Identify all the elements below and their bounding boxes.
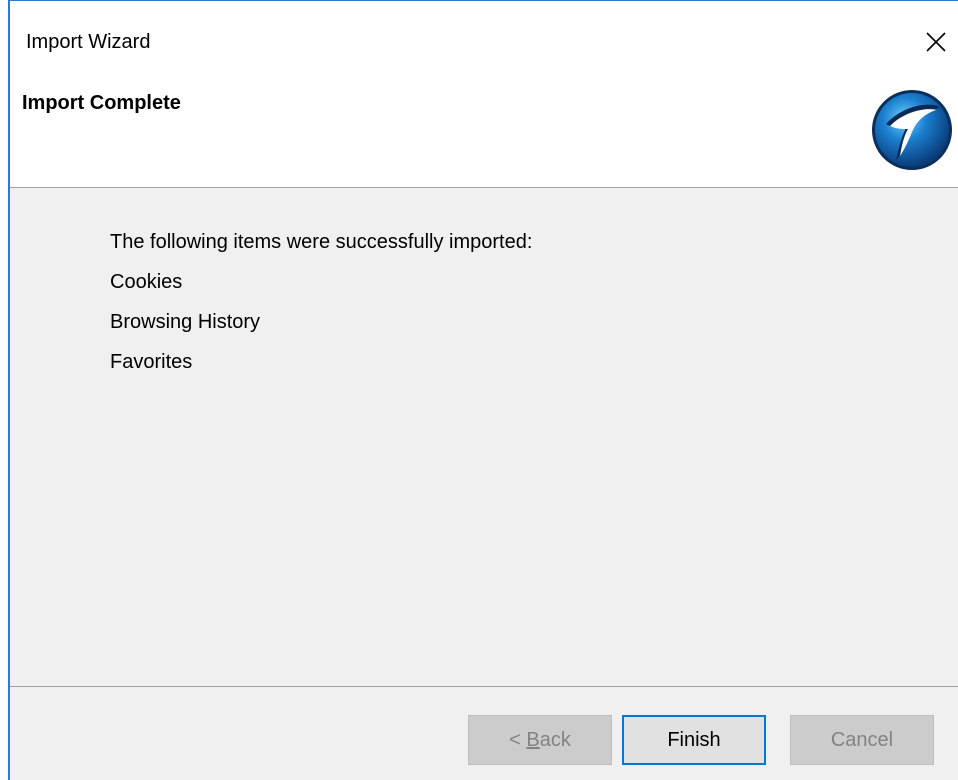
import-summary: The following items were successfully im…: [110, 222, 532, 382]
content-panel: The following items were successfully im…: [10, 188, 958, 686]
imported-item-cookies: Cookies: [110, 271, 183, 293]
back-button-rest: ack: [539, 728, 571, 751]
close-button[interactable]: [922, 25, 950, 59]
back-button[interactable]: < Back: [468, 715, 612, 765]
close-icon: [926, 32, 946, 52]
finish-button[interactable]: Finish: [622, 715, 766, 765]
import-wizard-window: Import Wizard Import Complete The follow…: [0, 0, 958, 780]
title-bar[interactable]: Import Wizard: [10, 1, 958, 81]
back-button-prefix: <: [509, 728, 527, 751]
back-button-mnemonic: B: [526, 728, 540, 751]
imported-item-favorites: Favorites: [110, 351, 193, 373]
app-logo-icon: [866, 84, 956, 174]
window-title: Import Wizard: [26, 31, 151, 53]
page-title: Import Complete: [22, 92, 181, 114]
intro-text: The following items were successfully im…: [110, 231, 533, 253]
imported-item-browsing-history: Browsing History: [110, 311, 261, 333]
wizard-header: Import Complete: [10, 80, 958, 187]
button-bar: < Back Finish Cancel: [10, 687, 958, 780]
cancel-button[interactable]: Cancel: [790, 715, 934, 765]
